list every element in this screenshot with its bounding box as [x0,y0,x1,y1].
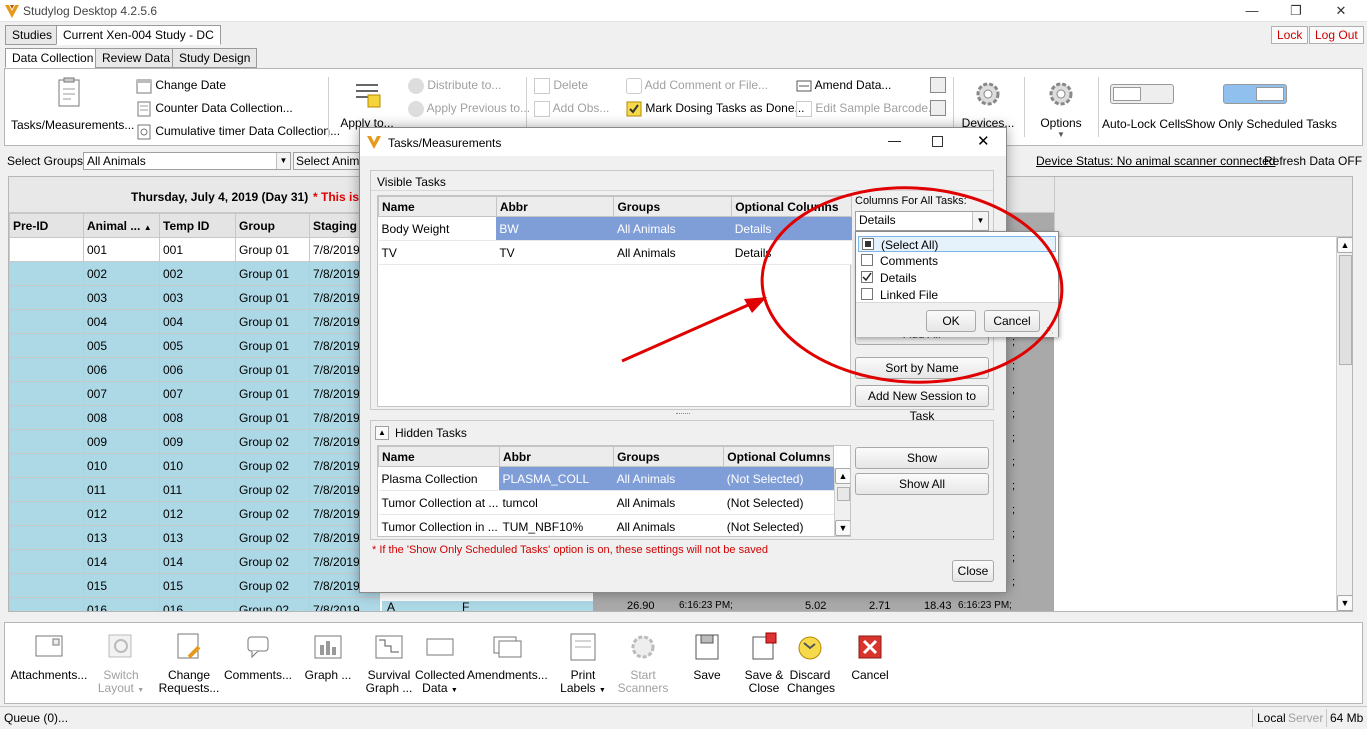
collected-data-icon [426,638,454,656]
bottom-toolbar: Attachments... Switch Layout ▼ Change Re… [4,622,1363,704]
annotation-circle [760,186,1064,384]
start-scanners-gear-icon [631,635,655,659]
amendments-label: Amendments... [467,668,548,682]
cancel-label: Cancel [851,668,889,682]
start-scanners-button[interactable]: Start Scanners [617,631,669,695]
comments-button[interactable]: Comments... [223,631,293,682]
annotation-arrowhead [744,297,767,313]
queue-status[interactable]: Queue (0)... [4,711,68,725]
local-status: Local [1257,711,1286,725]
collected-data-button[interactable]: Collected Data ▼ [415,631,465,697]
change-requests-button[interactable]: Change Requests... [157,631,221,695]
graph-icon [314,635,342,659]
amendments-button[interactable]: Amendments... [467,631,548,682]
status-bar: Queue (0)... Local Server 64 Mb [0,706,1367,729]
save-close-button[interactable]: Save & Close [741,631,787,695]
comments-label: Comments... [223,668,292,682]
attachments-button[interactable]: Attachments... [9,631,89,682]
change-requests-label: Change Requests... [158,668,220,695]
start-scanners-label: Start Scanners [617,668,669,695]
save-button[interactable]: Save [687,631,727,682]
print-labels-chevron-icon: ▼ [598,687,606,694]
graph-button[interactable]: Graph ... [301,631,355,682]
survival-graph-icon [375,635,403,659]
discard-label: Discard Changes [787,668,836,695]
cancel-button[interactable]: Cancel [850,631,890,682]
graph-label: Graph ... [304,668,352,682]
switch-layout-icon [108,634,132,658]
survival-graph-button[interactable]: Survival Graph ... [362,631,416,695]
print-labels-icon [570,633,596,661]
switch-layout-button[interactable]: Switch Layout ▼ [93,631,149,697]
switch-layout-chevron-icon: ▼ [137,687,145,694]
attachments-label: Attachments... [10,668,88,682]
save-label: Save [693,668,721,682]
print-labels-button[interactable]: Print Labels ▼ [558,631,608,697]
save-close-icon [752,632,777,660]
server-status: Server [1288,711,1324,725]
save-close-label: Save & Close [744,668,784,695]
print-labels-label: Print Labels [560,668,596,695]
annotation-overlay [621,186,1064,384]
amendments-icon [493,636,522,658]
collected-data-chevron-icon: ▼ [450,687,458,694]
discard-undo-icon [798,636,822,660]
survival-graph-label: Survival Graph ... [365,668,413,695]
annotation-arrow-line [621,300,756,363]
switch-layout-label: Switch Layout [97,668,139,695]
comments-icon [247,636,269,659]
save-floppy-icon [695,634,719,660]
change-requests-icon [177,633,201,659]
cancel-x-icon [858,635,882,659]
attachments-icon [35,635,63,657]
discard-changes-button[interactable]: Discard Changes [787,631,836,695]
memory-status: 64 Mb [1330,711,1364,725]
